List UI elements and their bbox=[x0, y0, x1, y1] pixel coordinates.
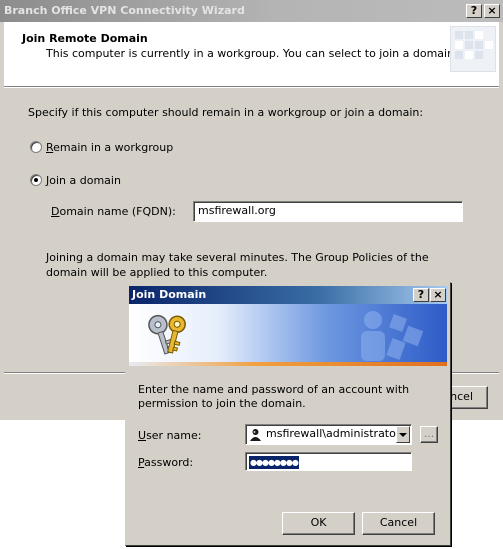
dialog-title: Join Domain bbox=[132, 288, 207, 301]
wizard-header-title: Join Remote Domain bbox=[22, 32, 148, 45]
remain-workgroup-radio[interactable] bbox=[30, 141, 42, 153]
user-name-label: User name: bbox=[138, 429, 202, 442]
banner-logo-icon bbox=[450, 26, 496, 72]
keys-icon bbox=[148, 314, 186, 355]
wizard-header-subtitle: This computer is currently in a workgrou… bbox=[46, 47, 458, 60]
password-label: Password: bbox=[138, 456, 194, 469]
banner-accent-strip bbox=[129, 362, 447, 366]
dropdown-arrow-icon bbox=[399, 433, 407, 437]
user-name-combo[interactable]: msfirewall\administrator bbox=[245, 424, 412, 445]
header-divider bbox=[4, 86, 499, 88]
join-domain-dialog: Join Domain ? × Enter the name and passw… bbox=[125, 282, 451, 546]
domain-name-label: Domain name (FQDN): bbox=[51, 205, 176, 218]
browse-button[interactable]: ... bbox=[420, 426, 438, 443]
remain-workgroup-label[interactable]: Remain in a workgroup bbox=[46, 141, 173, 154]
dialog-titlebar: Join Domain bbox=[129, 286, 447, 304]
wizard-prompt: Specify if this computer should remain i… bbox=[28, 106, 424, 119]
domain-name-input[interactable]: msfirewall.org bbox=[193, 201, 463, 222]
join-domain-radio[interactable] bbox=[30, 174, 42, 186]
wizard-titlebar: Branch Office VPN Connectivity Wizard bbox=[0, 0, 503, 22]
wizard-title: Branch Office VPN Connectivity Wizard bbox=[4, 4, 245, 17]
wizard-help-button[interactable]: ? bbox=[466, 4, 482, 18]
dialog-banner bbox=[129, 304, 447, 362]
dialog-help-button[interactable]: ? bbox=[413, 288, 429, 302]
password-mask: ●●●●●●●● bbox=[249, 456, 299, 469]
cancel-button[interactable]: Cancel bbox=[362, 512, 435, 535]
user-name-dropdown-button[interactable] bbox=[396, 426, 410, 443]
user-icon bbox=[250, 429, 261, 441]
domain-join-note: Joining a domain may take several minute… bbox=[46, 251, 429, 279]
join-domain-label[interactable]: Join a domain bbox=[46, 174, 121, 187]
banner-figure-icon bbox=[361, 311, 424, 361]
dialog-close-button[interactable]: × bbox=[430, 288, 446, 302]
ok-button[interactable]: OK bbox=[282, 512, 355, 535]
password-input[interactable]: ●●●●●●●● bbox=[245, 452, 412, 471]
dialog-description: Enter the name and password of an accoun… bbox=[138, 383, 410, 410]
wizard-close-button[interactable]: × bbox=[484, 4, 500, 18]
